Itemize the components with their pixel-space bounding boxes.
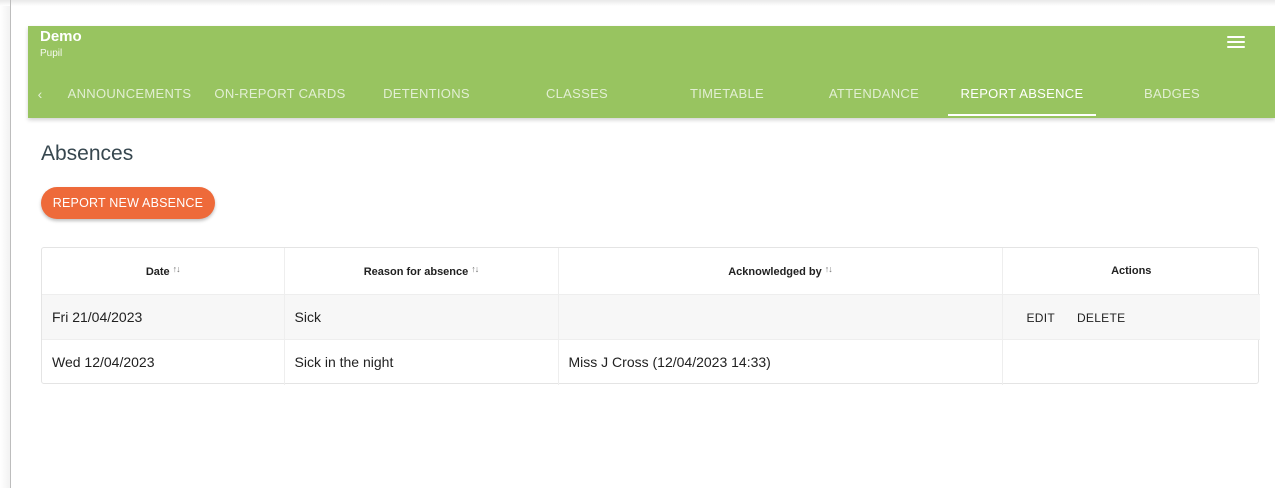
sort-arrows-icon[interactable]: ↑↓ [173,264,181,274]
page-title: Absences [41,142,134,165]
cell-reason: Sick [284,294,559,340]
app-bar: Demo Pupil ‹ ANNOUNCEMENTS ON-REPORT CAR… [28,26,1275,118]
tab-announcements[interactable]: ANNOUNCEMENTS [66,74,193,118]
tab-timetable[interactable]: TIMETABLE [668,74,786,118]
cell-date: Fri 21/04/2023 [42,294,285,340]
sort-arrows-icon[interactable]: ↑↓ [471,264,479,274]
report-new-absence-button[interactable]: REPORT NEW ABSENCE [41,187,215,219]
cell-reason: Sick in the night [284,339,559,385]
cell-actions: EDIT DELETE [1002,294,1260,340]
table-row: Wed 12/04/2023 Sick in the night Miss J … [42,339,1260,385]
delete-button[interactable]: DELETE [1077,311,1125,325]
tab-report-absence[interactable]: REPORT ABSENCE [948,74,1096,118]
column-header-label: Actions [1111,265,1152,277]
cell-date: Wed 12/04/2023 [42,339,285,385]
table-header-row: Date ↑↓ Reason for absence ↑↓ Acknowledged… [42,248,1260,295]
tab-badges[interactable]: BADGES [1118,74,1226,118]
cell-acknowledged-by: Miss J Cross (12/04/2023 14:33) [558,339,1003,385]
app-title: Demo [40,28,82,45]
tab-bar: ‹ ANNOUNCEMENTS ON-REPORT CARDS DETENTIO… [28,74,1275,118]
hamburger-menu-icon[interactable] [1227,36,1245,50]
cell-actions [1002,340,1260,385]
column-header-acknowledged-by[interactable]: Acknowledged by ↑↓ [558,248,1003,295]
cell-acknowledged-by [558,294,1003,340]
column-header-label: Date [145,266,170,278]
column-header-date[interactable]: Date ↑↓ [42,248,285,295]
column-header-label: Reason for absence [363,266,469,278]
edit-button[interactable]: EDIT [1027,311,1056,325]
column-header-reason[interactable]: Reason for absence ↑↓ [284,248,559,295]
chevron-left-icon[interactable]: ‹ [32,74,48,118]
tab-on-report-cards[interactable]: ON-REPORT CARDS [212,74,348,118]
absences-table-card: Date ↑↓ Reason for absence ↑↓ Acknowledged… [41,247,1260,385]
column-header-actions: Actions [1002,248,1260,295]
app-subtitle: Pupil [40,48,63,59]
column-header-label: Acknowledged by [728,266,822,278]
window-left-border [10,0,11,488]
window-edge-shadow [0,0,10,488]
table-row: Fri 21/04/2023 Sick EDIT DELETE [42,294,1260,340]
tab-detentions[interactable]: DETENTIONS [365,74,488,118]
sort-arrows-icon[interactable]: ↑↓ [825,264,833,274]
window-top-edge [0,0,1275,6]
page: Demo Pupil ‹ ANNOUNCEMENTS ON-REPORT CAR… [0,0,1275,488]
absences-table: Date ↑↓ Reason for absence ↑↓ Acknowledged… [42,248,1260,385]
tab-attendance[interactable]: ATTENDANCE [818,74,930,118]
tab-classes[interactable]: CLASSES [518,74,636,118]
